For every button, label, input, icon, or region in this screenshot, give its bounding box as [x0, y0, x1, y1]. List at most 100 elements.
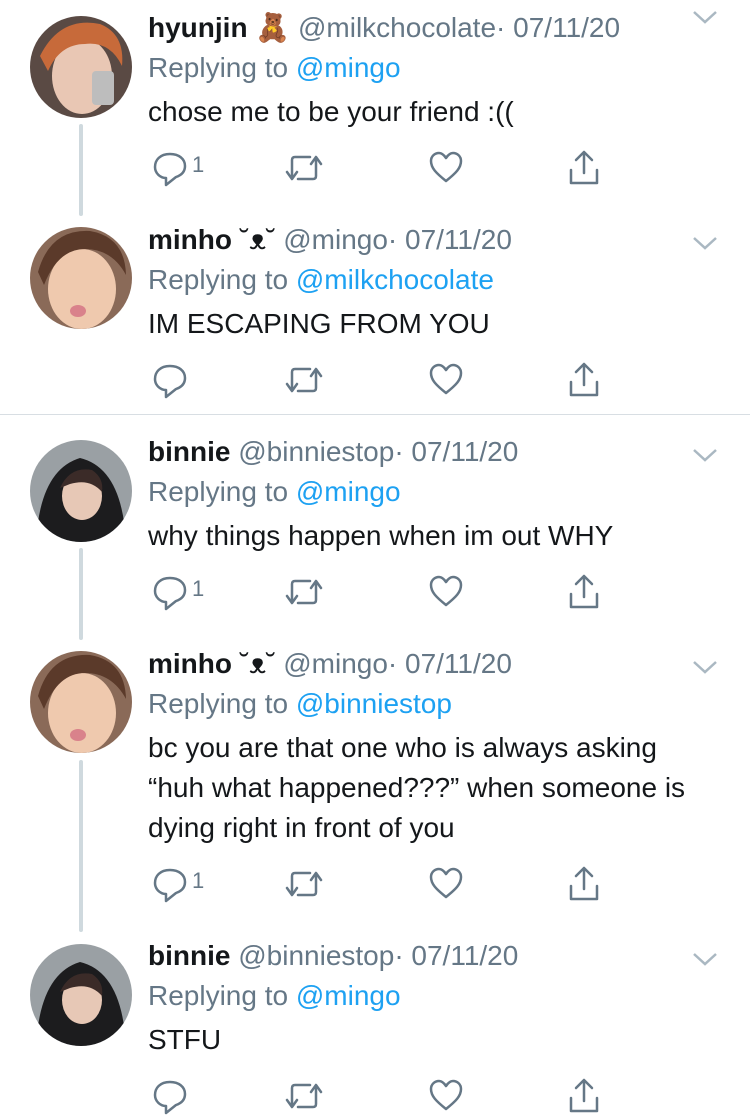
display-name[interactable]: minho	[148, 648, 232, 679]
reply-button[interactable]: 1	[152, 148, 204, 188]
replying-to-mention[interactable]: @binniestop	[296, 688, 452, 719]
like-button[interactable]	[428, 148, 464, 188]
like-button[interactable]	[428, 1076, 464, 1116]
display-name[interactable]: hyunjin	[148, 12, 248, 43]
like-icon	[429, 575, 463, 607]
replying-to-label: Replying to	[148, 264, 296, 295]
timestamp[interactable]: · 07/11/20	[394, 940, 518, 971]
replying-to-mention[interactable]: @mingo	[296, 476, 401, 507]
thread-separator	[0, 414, 750, 415]
avatar[interactable]	[30, 651, 132, 753]
chevron-down-icon[interactable]	[690, 4, 720, 28]
tweet[interactable]: binnie @binniestop· 07/11/20 Replying to…	[0, 424, 750, 640]
share-icon	[569, 150, 599, 185]
like-icon	[429, 1079, 463, 1111]
handle[interactable]: @binniestop	[238, 940, 394, 971]
retweet-button[interactable]	[284, 572, 324, 612]
like-icon	[429, 867, 463, 899]
retweet-icon	[285, 1083, 323, 1109]
share-button[interactable]	[566, 572, 602, 612]
share-icon	[569, 866, 599, 901]
tweet-text: why things happen when im out WHY	[148, 520, 614, 551]
like-icon	[429, 151, 463, 183]
timestamp[interactable]: · 07/11/20	[388, 648, 512, 679]
reply-button[interactable]	[152, 360, 188, 400]
share-button[interactable]	[566, 864, 602, 904]
retweet-button[interactable]	[284, 360, 324, 400]
chevron-down-icon[interactable]	[690, 654, 720, 678]
reply-icon	[153, 576, 187, 611]
tweet[interactable]: binnie @binniestop· 07/11/20 Replying to…	[0, 928, 750, 1115]
like-icon	[429, 363, 463, 395]
timestamp[interactable]: · 07/11/20	[496, 12, 620, 43]
retweet-button[interactable]	[284, 1076, 324, 1116]
handle[interactable]: @binniestop	[238, 436, 394, 467]
timestamp[interactable]: · 07/11/20	[394, 436, 518, 467]
name-emoji: ˘ᴥ˘	[239, 648, 276, 679]
tweet[interactable]: minho ˘ᴥ˘ @mingo· 07/11/20 Replying to @…	[0, 212, 750, 414]
share-icon	[569, 574, 599, 609]
replying-to-line: Replying to @mingo	[148, 474, 730, 514]
handle[interactable]: @milkchocolate	[298, 12, 496, 43]
reply-button[interactable]: 1	[152, 572, 204, 612]
replying-to-label: Replying to	[148, 476, 296, 507]
retweet-icon	[285, 579, 323, 605]
name-emoji: 🧸	[255, 12, 291, 43]
reply-icon	[153, 868, 187, 903]
reply-icon	[153, 1080, 187, 1115]
retweet-icon	[285, 367, 323, 393]
share-button[interactable]	[566, 360, 602, 400]
display-name[interactable]: minho	[148, 224, 232, 255]
replying-to-mention[interactable]: @mingo	[296, 980, 401, 1011]
reply-button[interactable]: 1	[152, 864, 204, 904]
like-button[interactable]	[428, 864, 464, 904]
replying-to-label: Replying to	[148, 980, 296, 1011]
share-icon	[569, 1078, 599, 1113]
share-button[interactable]	[566, 1076, 602, 1116]
reply-icon	[153, 364, 187, 399]
avatar[interactable]	[30, 16, 132, 118]
reply-icon	[153, 152, 187, 187]
replying-to-line: Replying to @mingo	[148, 50, 730, 90]
thread-line	[79, 124, 83, 216]
like-button[interactable]	[428, 572, 464, 612]
replying-to-label: Replying to	[148, 688, 296, 719]
handle[interactable]: @mingo	[283, 224, 388, 255]
replying-to-line: Replying to @milkchocolate	[148, 262, 730, 302]
tweet-text: bc you are that one who is always asking…	[148, 732, 686, 843]
replying-to-line: Replying to @binniestop	[148, 686, 730, 726]
avatar[interactable]	[30, 227, 132, 329]
replying-to-line: Replying to @mingo	[148, 978, 730, 1018]
tweet-text: STFU	[148, 1024, 222, 1055]
display-name[interactable]: binnie	[148, 436, 230, 467]
chevron-down-icon[interactable]	[690, 230, 720, 254]
tweet-text: chose me to be your friend :((	[148, 96, 514, 127]
retweet-button[interactable]	[284, 148, 324, 188]
retweet-button[interactable]	[284, 864, 324, 904]
tweet-text: IM ESCAPING FROM YOU	[148, 308, 490, 339]
retweet-icon	[285, 155, 323, 181]
replying-to-mention[interactable]: @milkchocolate	[296, 264, 494, 295]
share-icon	[569, 362, 599, 397]
share-button[interactable]	[566, 148, 602, 188]
chevron-down-icon[interactable]	[690, 946, 720, 970]
timestamp[interactable]: · 07/11/20	[388, 224, 512, 255]
reply-count: 1	[192, 868, 205, 893]
display-name[interactable]: binnie	[148, 940, 230, 971]
retweet-icon	[285, 871, 323, 897]
replying-to-label: Replying to	[148, 52, 296, 83]
reply-count: 1	[192, 576, 205, 601]
thread-line	[79, 548, 83, 640]
replying-to-mention[interactable]: @mingo	[296, 52, 401, 83]
chevron-down-icon[interactable]	[690, 442, 720, 466]
handle[interactable]: @mingo	[283, 648, 388, 679]
avatar[interactable]	[30, 440, 132, 542]
reply-count: 1	[192, 152, 205, 177]
avatar[interactable]	[30, 944, 132, 1046]
tweet[interactable]: hyunjin 🧸 @milkchocolate· 07/11/20 Reply…	[0, 0, 750, 216]
reply-button[interactable]	[152, 1076, 188, 1116]
thread-line	[79, 760, 83, 932]
tweet[interactable]: minho ˘ᴥ˘ @mingo· 07/11/20 Replying to @…	[0, 636, 750, 932]
name-emoji: ˘ᴥ˘	[239, 224, 276, 255]
like-button[interactable]	[428, 360, 464, 400]
